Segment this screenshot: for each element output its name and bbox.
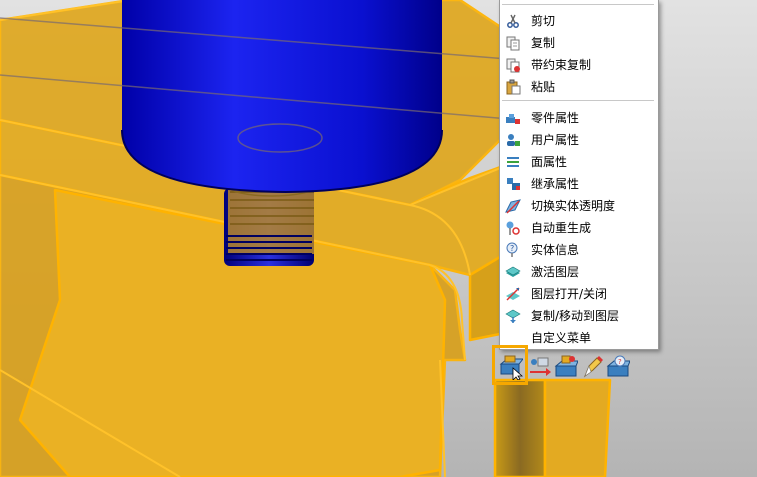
menu-item-activate-layer[interactable]: 激活图层 <box>500 261 658 283</box>
mini-toolbar: ? <box>492 345 634 387</box>
entity-info-icon: ? <box>506 242 518 257</box>
layer-on-off-icon <box>506 287 520 301</box>
menu-item-toggle-transparency[interactable]: 切换实体透明度 <box>500 195 658 217</box>
toggle-transparency-icon <box>505 199 521 214</box>
activate-layer-icon <box>505 266 521 277</box>
menu-item-copy-with-constraints[interactable]: 带约束复制 <box>500 54 658 76</box>
auto-regenerate-icon <box>506 221 520 235</box>
menu-item-cut[interactable]: 剪切 <box>500 10 658 32</box>
menu-separator <box>502 100 654 101</box>
menu-item-label: 切换实体透明度 <box>531 199 616 213</box>
custom-menu-icon <box>505 330 521 346</box>
menu-item-label: 图层打开/关闭 <box>531 287 608 301</box>
menu-item-label: 用户属性 <box>531 133 580 147</box>
user-properties-icon <box>507 134 520 146</box>
paste-icon <box>506 79 521 95</box>
copy-move-to-layer-icon <box>505 309 521 323</box>
menu-item-auto-regenerate[interactable]: 自动重生成 <box>500 217 658 239</box>
move-constraint-icon[interactable] <box>528 354 552 380</box>
part-properties-icon <box>506 114 520 124</box>
svg-text:?: ? <box>618 358 622 366</box>
menu-item-label: 自定义菜单 <box>531 331 592 345</box>
menu-item-layer-on-off[interactable]: 图层打开/关闭 <box>500 283 658 305</box>
menu-item-inherit-properties[interactable]: 继承属性 <box>500 173 658 195</box>
menu-item-copy-move-to-layer[interactable]: 复制/移动到图层 <box>500 305 658 327</box>
menu-item-user-properties[interactable]: 用户属性 <box>500 129 658 151</box>
menu-item-label: 剪切 <box>531 14 556 28</box>
copy-with-constraints-icon <box>506 58 520 73</box>
menu-item-face-properties[interactable]: 面属性 <box>500 151 658 173</box>
menu-item-label: 实体信息 <box>531 243 580 257</box>
blue-cylinder[interactable] <box>121 0 443 194</box>
menu-item-entity-info[interactable]: ? 实体信息 <box>500 239 658 261</box>
menu-item-label: 激活图层 <box>531 265 580 279</box>
menu-item-label: 复制 <box>531 36 556 50</box>
pick-part-icon[interactable] <box>499 354 523 380</box>
svg-text:?: ? <box>510 244 514 253</box>
menu-item-label: 复制/移动到图层 <box>531 309 620 323</box>
menu-item-label: 面属性 <box>531 155 568 169</box>
scissors-icon <box>507 14 519 28</box>
menu-item-label: 自动重生成 <box>531 221 592 235</box>
menu-item-part-properties[interactable]: 零件属性 <box>500 107 658 129</box>
menu-item-copy[interactable]: 复制 <box>500 32 658 54</box>
menu-item-label: 粘贴 <box>531 80 556 94</box>
part-info-icon[interactable]: ? <box>606 354 630 380</box>
menu-item-label: 零件属性 <box>531 111 580 125</box>
menu-item-paste[interactable]: 粘贴 <box>500 76 658 98</box>
menu-separator <box>502 4 654 5</box>
edit-pencil-icon[interactable] <box>581 354 605 380</box>
copy-icon <box>506 36 520 51</box>
inherit-properties-icon <box>507 178 520 190</box>
menu-item-label: 继承属性 <box>531 177 580 191</box>
context-menu: 剪切 复制 带约束复制 粘贴 零件属性 用户属性 面属性 继承属性 切换实体透明… <box>499 0 659 350</box>
menu-item-label: 带约束复制 <box>531 58 592 72</box>
align-part-icon[interactable] <box>554 354 578 380</box>
face-properties-icon <box>507 157 519 167</box>
